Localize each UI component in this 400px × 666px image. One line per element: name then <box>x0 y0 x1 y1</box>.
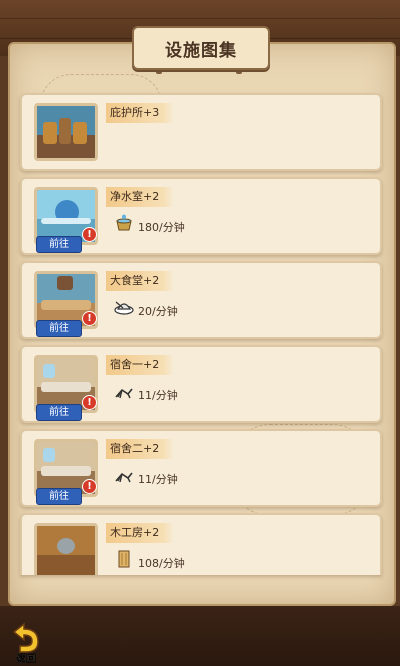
food-plate-icon <box>114 301 134 315</box>
production-rate: 11/分钟 <box>138 389 178 402</box>
facility-name: 宿舍一+2 <box>106 355 174 375</box>
production-rate: 11/分钟 <box>138 473 178 486</box>
water-bucket-icon <box>116 214 132 231</box>
facility-card-carpentry[interactable]: 木工房+2 108/分钟 <box>20 513 382 575</box>
wood-plank-icon <box>118 550 130 568</box>
production-rate: 108/分钟 <box>138 557 185 570</box>
facility-name: 净水室+2 <box>106 187 174 207</box>
back-button[interactable]: 返回 <box>8 650 44 665</box>
facility-card-canteen[interactable]: 前往 ! 大食堂+2 20/分钟 <box>20 261 382 339</box>
go-button[interactable]: 前往 <box>36 236 82 253</box>
lounge-chair-icon <box>115 472 133 483</box>
wood-plank-line <box>0 18 400 19</box>
facility-card-water-room[interactable]: 前往 ! 净水室+2 180/分钟 <box>20 177 382 255</box>
go-button[interactable]: 前往 <box>36 320 82 337</box>
bottom-bar <box>0 606 400 666</box>
page-title: 设施图集 <box>132 26 270 70</box>
facility-card-dorm-two[interactable]: 前往 ! 宿舍二+2 11/分钟 <box>20 429 382 507</box>
facility-name: 庇护所+3 <box>106 103 174 123</box>
facility-name: 木工房+2 <box>106 523 174 543</box>
facility-thumbnail <box>34 103 98 161</box>
production-rate: 180/分钟 <box>138 221 185 234</box>
lounge-chair-icon <box>115 388 133 399</box>
alert-badge: ! <box>82 395 97 410</box>
alert-badge: ! <box>82 479 97 494</box>
production-rate: 20/分钟 <box>138 305 178 318</box>
facility-name: 大食堂+2 <box>106 271 174 291</box>
alert-badge: ! <box>82 311 97 326</box>
facility-name: 宿舍二+2 <box>106 439 174 459</box>
go-button[interactable]: 前往 <box>36 404 82 421</box>
facility-thumbnail <box>34 523 98 575</box>
facility-card-shelter[interactable]: 庇护所+3 <box>20 93 382 171</box>
facility-card-dorm-one[interactable]: 前往 ! 宿舍一+2 11/分钟 <box>20 345 382 423</box>
alert-badge: ! <box>82 227 97 242</box>
go-button[interactable]: 前往 <box>36 488 82 505</box>
